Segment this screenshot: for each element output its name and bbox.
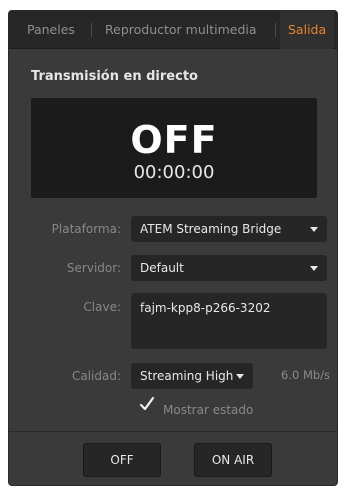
server-select[interactable]: Default — [131, 255, 327, 281]
tab-output[interactable]: Salida — [280, 11, 335, 49]
server-label: Servidor: — [66, 261, 121, 275]
tab-separator — [275, 23, 276, 37]
quality-value: Streaming High — [140, 369, 234, 383]
bitrate-readout: 6.0 Mb/s — [281, 368, 331, 382]
tab-bar: Paneles Reproductor multimedia Salida — [9, 11, 337, 49]
checkmark-icon[interactable] — [138, 395, 156, 413]
tab-separator — [91, 23, 92, 37]
chevron-down-icon — [310, 227, 318, 232]
quality-select[interactable]: Streaming High — [131, 363, 253, 389]
platform-label: Plataforma: — [51, 222, 121, 236]
show-status-label: Mostrar estado — [163, 403, 254, 417]
key-label: Clave: — [83, 300, 121, 314]
divider — [9, 431, 337, 432]
quality-label: Calidad: — [71, 369, 121, 383]
streaming-panel: Paneles Reproductor multimedia Salida Tr… — [8, 10, 338, 486]
on-air-button[interactable]: ON AIR — [194, 443, 272, 477]
platform-value: ATEM Streaming Bridge — [140, 222, 282, 236]
chevron-down-icon — [236, 374, 244, 379]
chevron-down-icon — [310, 266, 318, 271]
platform-select[interactable]: ATEM Streaming Bridge — [131, 216, 327, 242]
stream-key-field[interactable]: fajm-kpp8-p266-3202 — [131, 293, 327, 349]
stream-timer: 00:00:00 — [133, 162, 215, 183]
tab-panels[interactable]: Paneles — [27, 11, 75, 49]
section-title: Transmisión en directo — [31, 69, 198, 84]
stream-status: OFF — [130, 118, 218, 162]
tab-media-player[interactable]: Reproductor multimedia — [105, 11, 257, 49]
stream-status-display: OFF 00:00:00 — [31, 98, 317, 198]
off-button[interactable]: OFF — [83, 443, 161, 477]
server-value: Default — [140, 261, 184, 275]
